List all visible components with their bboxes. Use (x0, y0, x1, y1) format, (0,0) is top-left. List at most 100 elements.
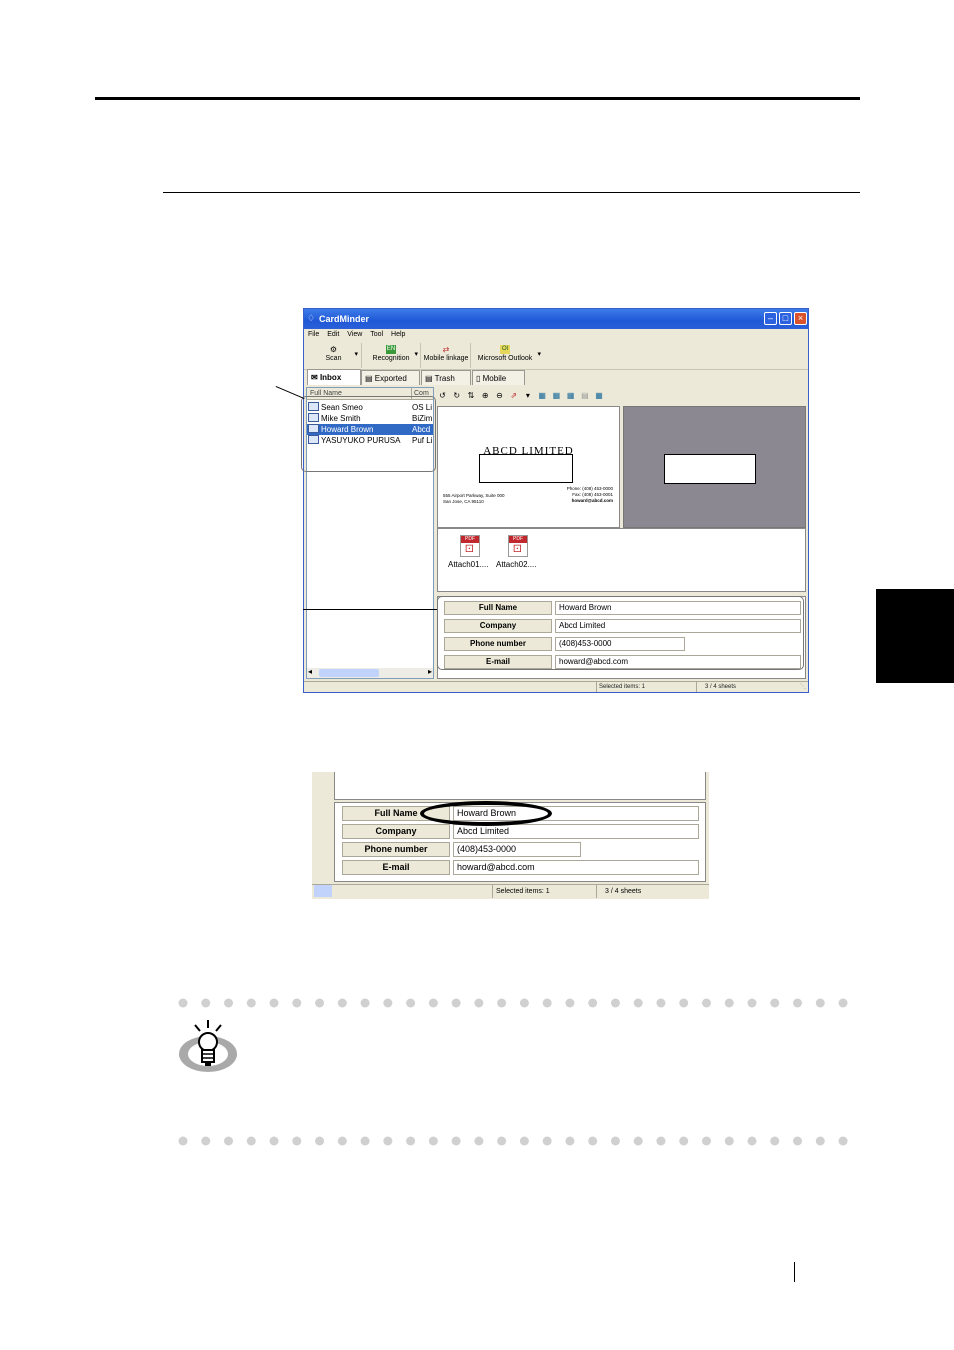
resize-grip-icon[interactable]: ⋱ (800, 682, 806, 692)
separator-dot (360, 1136, 370, 1146)
chevron-down-icon[interactable]: ▾ (414, 351, 418, 359)
separator-dot (269, 998, 279, 1008)
card-back-image (623, 406, 806, 528)
folder-tabs: ✉ Inbox ▤ Exported ▤ Trash ▯ Mobile (304, 369, 808, 386)
separator-dot (451, 1136, 461, 1146)
card-front-image: ABCD LIMITED 555 Airport Parkway, Suite … (437, 406, 620, 528)
separator-dot (246, 998, 256, 1008)
separator-dot (406, 998, 416, 1008)
separator-dot (633, 998, 643, 1008)
separator-dot (656, 1136, 666, 1146)
menu-edit[interactable]: Edit (327, 331, 339, 338)
microsoft-outlook-button[interactable]: Ol Microsoft Outlook ▾ (471, 343, 541, 368)
menu-file[interactable]: File (308, 331, 319, 338)
rotate-left-icon[interactable]: ↺ (437, 390, 448, 401)
separator-dot (542, 998, 552, 1008)
separator-dot (565, 998, 575, 1008)
flip-icon[interactable]: ⇅ (465, 390, 476, 401)
tab-mobile[interactable]: ▯ Mobile (472, 370, 525, 385)
card-list-callout (301, 396, 436, 472)
mobile-linkage-button[interactable]: ⇄ Mobile linkage (422, 343, 471, 368)
zoom-company-field[interactable]: Abcd Limited (453, 824, 699, 839)
pdf-icon[interactable]: PDF ⚀ (508, 535, 528, 557)
print-icon[interactable]: ▤ (579, 390, 590, 401)
zoom-email-field[interactable]: howard@abcd.com (453, 860, 699, 875)
separator-dot (428, 998, 438, 1008)
tab-trash[interactable]: ▤ Trash (421, 370, 471, 385)
scroll-thumb[interactable] (319, 669, 379, 677)
separator-dot (770, 1136, 780, 1146)
separator-dot (679, 1136, 689, 1146)
zoom-status-bar: Selected items: 1 3 / 4 sheets (312, 884, 709, 898)
separator-dot (724, 998, 734, 1008)
separator-dot (406, 1136, 416, 1146)
menu-view[interactable]: View (347, 331, 362, 338)
mobile-icon: ▯ (476, 374, 481, 383)
close-button[interactable]: × (794, 312, 807, 325)
chevron-down-icon[interactable]: ▾ (537, 351, 541, 359)
view-both-icon[interactable]: ▦ (565, 390, 576, 401)
image-toolbar: ↺ ↻ ⇅ ⊕ ⊖ ⇗ ▾ ▦ ▦ ▦ ▤ ▦ (437, 389, 807, 403)
rotate-right-icon[interactable]: ↻ (451, 390, 462, 401)
zoom-status-selected: Selected items: 1 (492, 885, 550, 898)
separator-dot (428, 1136, 438, 1146)
separator-dot (224, 998, 234, 1008)
scroll-thumb[interactable] (314, 885, 332, 897)
separator-dot (383, 1136, 393, 1146)
separator-dot (679, 998, 689, 1008)
zoom-phone-number-field[interactable]: (408)453-0000 (453, 842, 581, 857)
separator-dot (815, 998, 825, 1008)
minimize-button[interactable]: – (764, 312, 777, 325)
hint-bottom-dots (178, 1136, 848, 1146)
attachment-label[interactable]: Attach02.... (496, 560, 536, 569)
separator-dot (224, 1136, 234, 1146)
card-back-box (664, 454, 756, 484)
mobile-linkage-icon: ⇄ (442, 345, 450, 354)
properties-icon[interactable]: ▦ (594, 390, 605, 401)
inbox-icon: ✉ (311, 373, 318, 382)
separator-dot (633, 1136, 643, 1146)
card-contact: Phone: (408) 453-0000 Fax: (408) 453-000… (566, 486, 613, 503)
microsoft-outlook-label: Microsoft Outlook (477, 355, 533, 362)
separator-dot (838, 1136, 848, 1146)
separator-dot (793, 998, 803, 1008)
separator-dot (383, 998, 393, 1008)
scroll-right-icon[interactable]: ▸ (428, 667, 432, 676)
chevron-down-icon[interactable]: ▾ (522, 390, 533, 401)
menu-help[interactable]: Help (391, 331, 405, 338)
zoom-status-sheets: 3 / 4 sheets (596, 885, 641, 898)
zoom-out-icon[interactable]: ⊖ (494, 390, 505, 401)
menu-tool[interactable]: Tool (370, 331, 383, 338)
maximize-button[interactable]: □ (779, 312, 792, 325)
zoom-email-label: E-mail (342, 860, 450, 875)
tab-exported[interactable]: ▤ Exported (361, 370, 420, 385)
chevron-down-icon[interactable]: ▾ (354, 351, 358, 359)
attachment-label[interactable]: Attach01.... (448, 560, 488, 569)
separator-dot (269, 1136, 279, 1146)
view-front-icon[interactable]: ▦ (537, 390, 548, 401)
status-bar: Selected items: 1 3 / 4 sheets ⋱ (304, 681, 808, 692)
horizontal-scrollbar[interactable]: ◂ ▸ (307, 667, 433, 678)
pdf-icon[interactable]: PDF ⚀ (460, 535, 480, 557)
scroll-left-icon[interactable]: ◂ (308, 667, 312, 676)
outlook-icon: Ol (500, 345, 510, 354)
separator-dot (178, 998, 188, 1008)
separator-dot (201, 1136, 211, 1146)
status-sheets: 3 / 4 sheets (696, 682, 800, 692)
status-selected: Selected items: 1 (596, 682, 645, 692)
tab-inbox[interactable]: ✉ Inbox (307, 369, 361, 385)
separator-dot (588, 1136, 598, 1146)
menu-bar: File Edit View Tool Help (304, 329, 808, 340)
view-back-icon[interactable]: ▦ (551, 390, 562, 401)
zoom-in-icon[interactable]: ⊕ (480, 390, 491, 401)
separator-dot (793, 1136, 803, 1146)
title-bar: ♢ CardMinder – □ × (304, 309, 808, 329)
recognition-label: Recognition (372, 355, 410, 362)
card-fields-leader-line (303, 609, 437, 610)
recognition-button[interactable]: EN Recognition ▾ (362, 343, 421, 368)
separator-dot (178, 1136, 188, 1146)
scan-button[interactable]: ⚙ Scan ▾ (306, 343, 362, 368)
export-icon[interactable]: ⇗ (508, 390, 519, 401)
separator-dot (701, 998, 711, 1008)
attachments-area: PDF ⚀ Attach01.... PDF ⚀ Attach02.... (437, 528, 806, 592)
